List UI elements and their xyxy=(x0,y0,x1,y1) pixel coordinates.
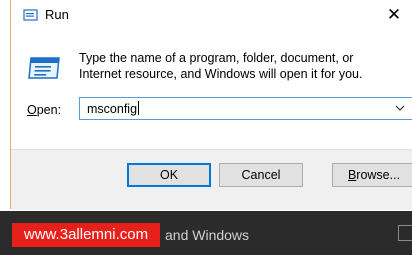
browse-button[interactable]: Browse... xyxy=(332,163,412,187)
run-dialog: Run ✕ Type the name of a program, folder… xyxy=(10,0,412,210)
cancel-button[interactable]: Cancel xyxy=(219,163,303,187)
watermark-banner: www.3allemni.com xyxy=(12,223,160,247)
open-input[interactable]: msconfig xyxy=(87,101,140,117)
button-bar: OK Cancel Browse... xyxy=(11,149,412,210)
dialog-body: Type the name of a program, folder, docu… xyxy=(11,30,412,149)
open-label: Open: xyxy=(27,103,62,117)
run-icon xyxy=(23,9,38,21)
run-large-icon xyxy=(28,57,60,79)
close-button[interactable]: ✕ xyxy=(376,0,412,30)
title-bar[interactable]: Run ✕ xyxy=(11,0,412,30)
notification-icon[interactable] xyxy=(398,225,412,241)
open-combobox[interactable]: msconfig xyxy=(79,97,412,120)
close-icon: ✕ xyxy=(386,5,402,24)
text-caret xyxy=(138,101,140,115)
ok-button[interactable]: OK xyxy=(127,163,211,187)
dialog-title: Run xyxy=(45,7,69,22)
chevron-down-icon[interactable] xyxy=(394,102,406,114)
description-text: Type the name of a program, folder, docu… xyxy=(79,51,363,81)
taskbar-text: and Windows xyxy=(165,227,250,243)
